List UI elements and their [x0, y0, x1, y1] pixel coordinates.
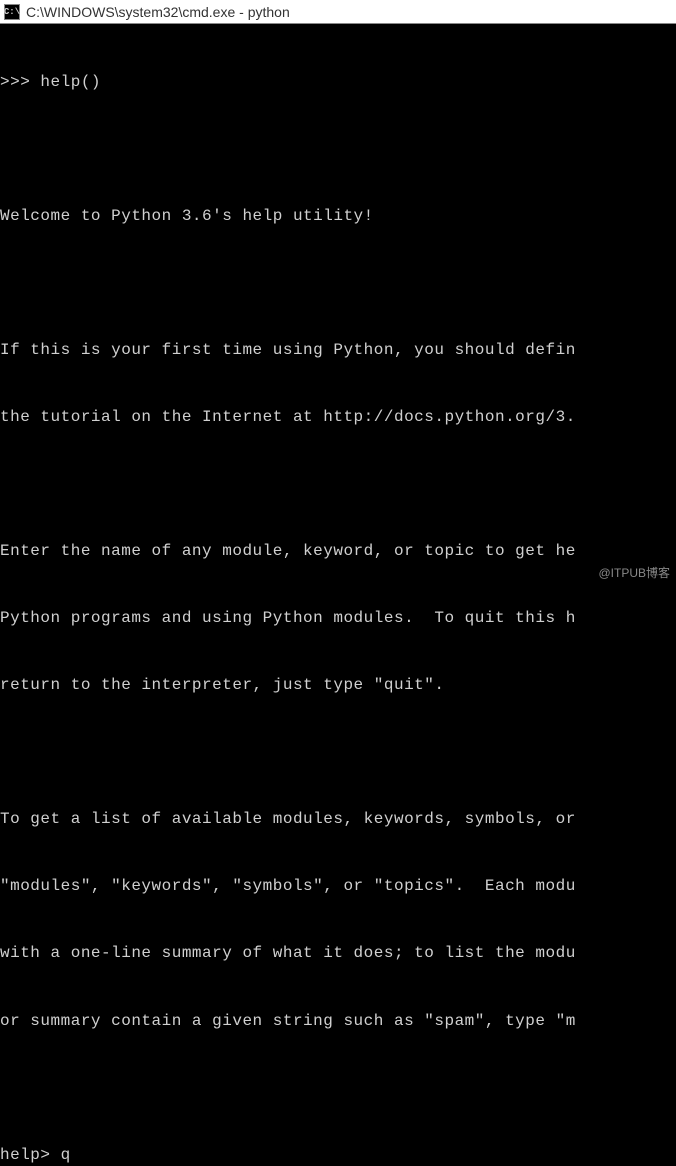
terminal-line: If this is your first time using Python,…: [0, 339, 676, 361]
terminal-line: the tutorial on the Internet at http://d…: [0, 406, 676, 428]
terminal-line: [0, 1077, 676, 1099]
terminal-line: To get a list of available modules, keyw…: [0, 808, 676, 830]
watermark: @ITPUB博客: [598, 564, 670, 581]
terminal-line: or summary contain a given string such a…: [0, 1010, 676, 1032]
terminal-line: [0, 741, 676, 763]
terminal-line: [0, 138, 676, 160]
terminal-line: with a one-line summary of what it does;…: [0, 942, 676, 964]
window-title: C:\WINDOWS\system32\cmd.exe - python: [26, 4, 290, 20]
cmd-icon: C:\: [4, 4, 20, 20]
terminal-line: help> q: [0, 1144, 676, 1166]
terminal-line: [0, 473, 676, 495]
terminal-line: return to the interpreter, just type "qu…: [0, 674, 676, 696]
terminal-line: Python programs and using Python modules…: [0, 607, 676, 629]
terminal-line: Welcome to Python 3.6's help utility!: [0, 205, 676, 227]
terminal-line: "modules", "keywords", "symbols", or "to…: [0, 875, 676, 897]
terminal-line: >>> help(): [0, 71, 676, 93]
terminal-line: [0, 272, 676, 294]
terminal-output[interactable]: >>> help() Welcome to Python 3.6's help …: [0, 24, 676, 1166]
terminal-line: Enter the name of any module, keyword, o…: [0, 540, 676, 562]
window-title-bar[interactable]: C:\ C:\WINDOWS\system32\cmd.exe - python: [0, 0, 676, 24]
